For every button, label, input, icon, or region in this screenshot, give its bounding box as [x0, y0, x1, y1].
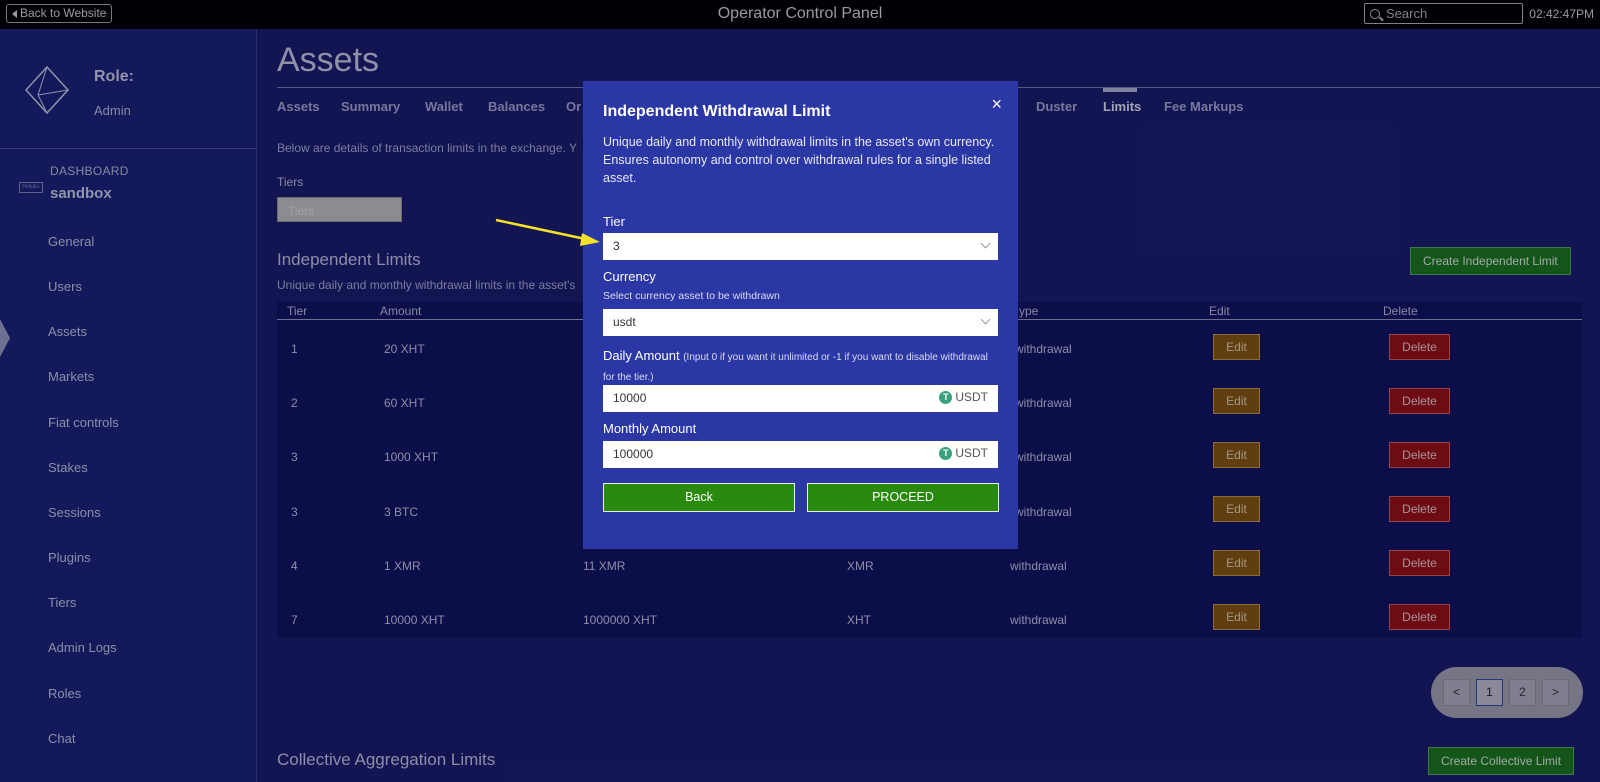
chevron-down-icon: [980, 238, 991, 249]
daily-unit: T USDT: [939, 390, 988, 404]
currency-sublabel: Select currency asset to be withdrawn: [603, 290, 780, 302]
tier-select-value: 3: [613, 239, 620, 253]
monthly-amount-input[interactable]: 100000 T USDT: [603, 441, 998, 468]
daily-amount-value: 10000: [613, 391, 647, 405]
monthly-unit: T USDT: [939, 446, 988, 460]
annotation-arrow-icon: [495, 218, 600, 246]
back-button[interactable]: Back: [603, 483, 795, 512]
tether-icon: T: [939, 446, 953, 460]
proceed-button[interactable]: PROCEED: [807, 483, 999, 512]
daily-amount-label-group: Daily Amount (Input 0 if you want it unl…: [603, 347, 998, 387]
currency-select[interactable]: usdt: [603, 309, 998, 336]
close-icon[interactable]: ×: [991, 95, 1002, 113]
monthly-amount-value: 100000: [613, 447, 654, 461]
modal-title: Independent Withdrawal Limit: [603, 103, 831, 120]
currency-label: Currency: [603, 269, 656, 284]
tether-icon: T: [939, 390, 953, 404]
modal-description: Unique daily and monthly withdrawal limi…: [603, 135, 995, 185]
daily-amount-input[interactable]: 10000 T USDT: [603, 385, 998, 412]
tier-select[interactable]: 3: [603, 233, 998, 260]
independent-withdrawal-limit-modal: × Independent Withdrawal Limit Unique da…: [583, 81, 1018, 549]
monthly-amount-label: Monthly Amount: [603, 421, 697, 436]
monthly-unit-label: USDT: [955, 446, 988, 460]
chevron-down-icon: [980, 314, 991, 325]
daily-unit-label: USDT: [955, 390, 988, 404]
tier-label: Tier: [603, 214, 625, 229]
currency-select-value: usdt: [613, 315, 636, 329]
daily-amount-label: Daily Amount: [603, 348, 680, 363]
